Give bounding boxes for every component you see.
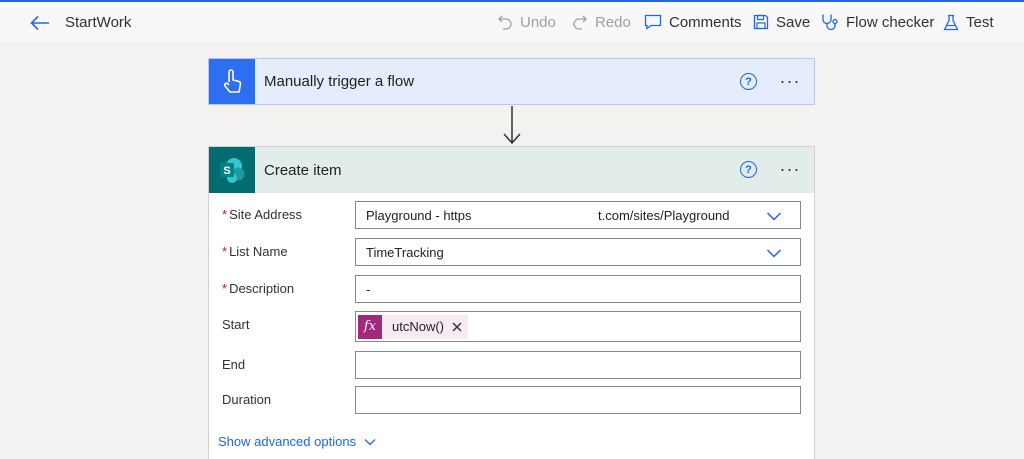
- duration-row: Duration: [209, 386, 814, 416]
- site-address-value: Playground - https: [366, 207, 472, 223]
- trigger-title: Manually trigger a flow: [264, 73, 415, 90]
- description-value: -: [366, 281, 371, 297]
- svg-text:S: S: [223, 165, 230, 177]
- required-marker: *: [222, 281, 228, 296]
- save-button[interactable]: Save: [753, 2, 810, 42]
- site-address-value-tail: t.com/sites/Playground: [598, 208, 730, 223]
- arrow-down-icon: [503, 106, 521, 145]
- trigger-card[interactable]: Manually trigger a flow ? ···: [208, 58, 815, 105]
- save-icon: [753, 14, 769, 30]
- more-options-button[interactable]: ···: [778, 69, 802, 93]
- advanced-options-label: Show advanced options: [218, 434, 357, 449]
- end-row: End: [209, 351, 814, 381]
- sharepoint-icon: S: [209, 147, 255, 193]
- chevron-down-icon: [364, 438, 376, 445]
- test-label: Test: [966, 13, 994, 31]
- undo-button[interactable]: Undo: [497, 2, 556, 42]
- start-row: Start fx utcNow(): [209, 311, 814, 342]
- duration-label: Duration: [222, 392, 272, 407]
- flask-icon: [943, 14, 959, 30]
- list-name-value: TimeTracking: [366, 244, 444, 260]
- test-button[interactable]: Test: [943, 2, 994, 42]
- create-item-card: S Create item ? ··· * Site Address Playgr…: [208, 146, 815, 459]
- list-name-label: * List Name: [222, 244, 288, 259]
- flow-checker-label: Flow checker: [846, 13, 935, 31]
- site-address-row: * Site Address Playground - https t.com/s…: [209, 201, 814, 231]
- show-advanced-options-link[interactable]: Show advanced options: [218, 434, 376, 449]
- close-icon[interactable]: [450, 320, 464, 334]
- undo-label: Undo: [520, 13, 556, 31]
- back-arrow-icon[interactable]: [28, 11, 52, 35]
- start-label: Start: [222, 317, 250, 332]
- help-icon[interactable]: ?: [740, 73, 757, 90]
- site-address-label: * Site Address: [222, 207, 303, 222]
- description-row: * Description -: [209, 275, 814, 305]
- trigger-card-header[interactable]: Manually trigger a flow ? ···: [209, 59, 814, 104]
- redo-label: Redo: [595, 13, 631, 31]
- chevron-down-icon[interactable]: [766, 245, 782, 261]
- redo-icon: [573, 15, 587, 30]
- comment-icon: [644, 14, 662, 30]
- expression-token[interactable]: fx utcNow(): [358, 314, 469, 339]
- site-address-dropdown[interactable]: Playground - https t.com/sites/Playgroun…: [355, 201, 801, 229]
- stethoscope-icon: [822, 14, 838, 31]
- more-options-button[interactable]: ···: [778, 157, 802, 181]
- create-item-card-header[interactable]: S Create item ? ···: [209, 147, 814, 193]
- list-name-dropdown[interactable]: TimeTracking: [355, 238, 801, 266]
- comments-label: Comments: [669, 13, 742, 31]
- required-marker: *: [222, 207, 228, 222]
- list-name-row: * List Name TimeTracking: [209, 238, 814, 268]
- chevron-down-icon[interactable]: [766, 208, 782, 224]
- end-label: End: [222, 357, 246, 372]
- function-icon: fx: [358, 314, 382, 339]
- create-item-title: Create item: [264, 161, 342, 179]
- required-marker: *: [222, 244, 228, 259]
- comments-button[interactable]: Comments: [644, 2, 742, 42]
- description-field[interactable]: -: [355, 275, 801, 303]
- duration-field[interactable]: [355, 386, 801, 414]
- undo-icon: [498, 15, 512, 30]
- save-label: Save: [776, 13, 811, 31]
- redo-button[interactable]: Redo: [572, 2, 631, 42]
- command-bar: StartWork Undo Redo Comments Save Flow c…: [0, 0, 1024, 42]
- flow-name: StartWork: [65, 14, 132, 31]
- description-label: * Description: [222, 281, 295, 296]
- flow-checker-button[interactable]: Flow checker: [821, 2, 934, 42]
- expression-text: utcNow(): [392, 319, 445, 334]
- touch-icon: [209, 59, 255, 104]
- start-field[interactable]: fx utcNow(): [355, 311, 801, 342]
- end-field[interactable]: [355, 351, 801, 379]
- help-icon[interactable]: ?: [740, 161, 757, 178]
